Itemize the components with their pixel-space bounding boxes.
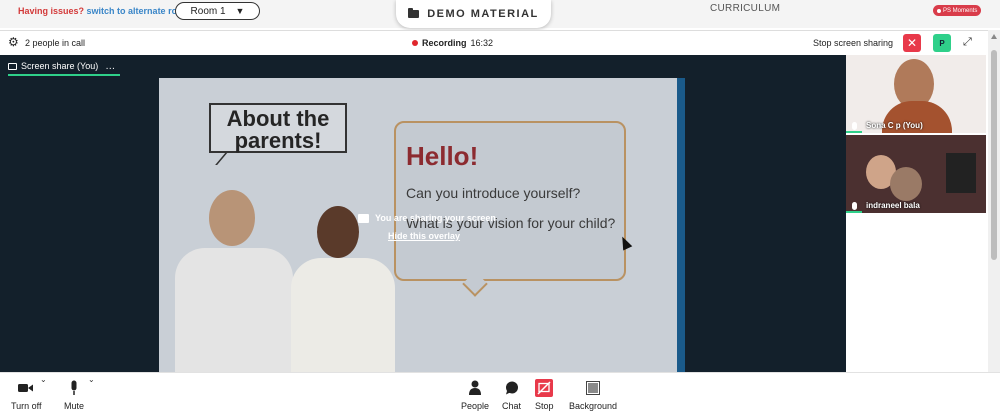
camera-toggle-label: Turn off (11, 401, 42, 411)
microphone-icon (68, 379, 80, 397)
participant-video-2 (890, 167, 922, 201)
camera-toggle-button[interactable]: Turn off (11, 379, 42, 411)
camera-options-chevron-icon[interactable]: ⌄ (40, 375, 47, 384)
people-button[interactable]: People (461, 379, 489, 411)
scrollbar-thumb[interactable] (991, 50, 997, 260)
vertical-scrollbar[interactable] (988, 30, 1000, 372)
background-button[interactable]: Background (569, 379, 617, 411)
chat-label: Chat (502, 401, 522, 411)
screen-share-tab[interactable]: Screen share (You) … (8, 58, 121, 76)
more-options-icon[interactable]: … (105, 61, 116, 72)
call-controls-bar: Turn off ⌄ Mute ⌄ People Chat Stop Backg… (0, 372, 1000, 420)
demo-material-label: DEMO MATERIAL (427, 8, 539, 20)
scroll-up-icon[interactable] (991, 34, 997, 39)
call-header: ⚙ 2 people in call Recording 16:32 Stop … (0, 30, 988, 54)
room-select-value: Room 1 (190, 5, 226, 17)
participant-name: Sona C p (You) (866, 121, 923, 130)
speaking-indicator (846, 211, 862, 213)
video-call-app: Having issues? switch to alternate room … (0, 0, 1000, 420)
sharing-overlay-text: You are sharing your screen (375, 213, 496, 223)
screen-share-tab-label: Screen share (You) (21, 61, 99, 71)
slide-title: About the parents! (209, 103, 347, 153)
moments-badge-label: PS Moments (943, 7, 978, 14)
top-strip: Having issues? switch to alternate room … (0, 0, 1000, 28)
slide-title-line1: About the (226, 106, 330, 131)
participant-avatar-button[interactable]: P (933, 34, 951, 52)
recording-time: 16:32 (470, 38, 494, 48)
background-label: Background (569, 401, 618, 411)
chat-button[interactable]: Chat (502, 379, 521, 411)
mic-options-chevron-icon[interactable]: ⌄ (88, 375, 95, 384)
participant-name: indraneel bala (866, 201, 920, 210)
mic-icon (852, 122, 857, 130)
mute-label: Mute (64, 401, 85, 411)
slide-mother-figure (287, 206, 397, 372)
slide-father-figure (169, 190, 299, 372)
chat-icon (505, 379, 519, 397)
participant-tiles: Sona C p (You) indraneel bala (846, 55, 988, 372)
mic-icon (852, 202, 857, 210)
people-label: People (461, 401, 490, 411)
screen-share-icon (358, 213, 369, 223)
speaking-indicator (846, 131, 862, 133)
stop-share-icon (535, 379, 554, 397)
curriculum-tab[interactable]: CURRICULUM (710, 3, 780, 14)
recording-label: Recording (422, 38, 467, 48)
room-select[interactable]: Room 1 ▼ (175, 2, 260, 20)
recording-indicator: Recording 16:32 (412, 38, 493, 48)
mute-button[interactable]: Mute (64, 379, 84, 411)
issues-banner: Having issues? switch to alternate room (18, 6, 191, 16)
moments-badge[interactable]: PS Moments (933, 5, 982, 16)
record-dot-icon (937, 8, 941, 13)
camera-icon (18, 379, 34, 397)
sharing-overlay-message: You are sharing your screen (358, 213, 496, 223)
participant-tile[interactable]: Sona C p (You) (846, 55, 986, 133)
slide-title-line2: parents! (234, 128, 322, 153)
participant-initial: P (939, 38, 945, 48)
close-icon: ✕ (906, 36, 918, 50)
stop-share-button[interactable]: Stop (535, 379, 554, 411)
screen-share-stage: Screen share (You) … About the parents! … (0, 55, 846, 372)
slide-edge (677, 78, 685, 372)
gear-icon[interactable]: ⚙ (8, 36, 19, 48)
participant-background (946, 153, 976, 193)
background-icon (586, 379, 601, 397)
demo-material-button[interactable]: DEMO MATERIAL (396, 0, 551, 28)
people-count: 2 people in call (25, 38, 86, 48)
fullscreen-icon[interactable]: ⤢ (963, 36, 972, 48)
folder-icon (408, 8, 420, 18)
screen-share-icon (8, 62, 17, 70)
caret-down-icon: ▼ (235, 6, 245, 16)
participant-tile[interactable]: indraneel bala (846, 135, 986, 213)
stop-sharing-label: Stop screen sharing (813, 38, 894, 48)
people-icon (468, 379, 482, 397)
hide-overlay-link[interactable]: Hide this overlay (388, 231, 460, 241)
slide-question-1: Can you introduce yourself? (406, 185, 581, 201)
recording-dot-icon (412, 40, 418, 46)
slide-hello: Hello! (406, 141, 479, 171)
stop-share-label: Stop (535, 401, 554, 411)
issues-text: Having issues? (18, 6, 85, 16)
slide-hello-box: Hello! Can you introduce yourself? What … (394, 121, 626, 281)
shared-slide: About the parents! Hello! Can you introd… (159, 78, 677, 372)
stop-sharing-button[interactable]: ✕ (903, 34, 921, 52)
